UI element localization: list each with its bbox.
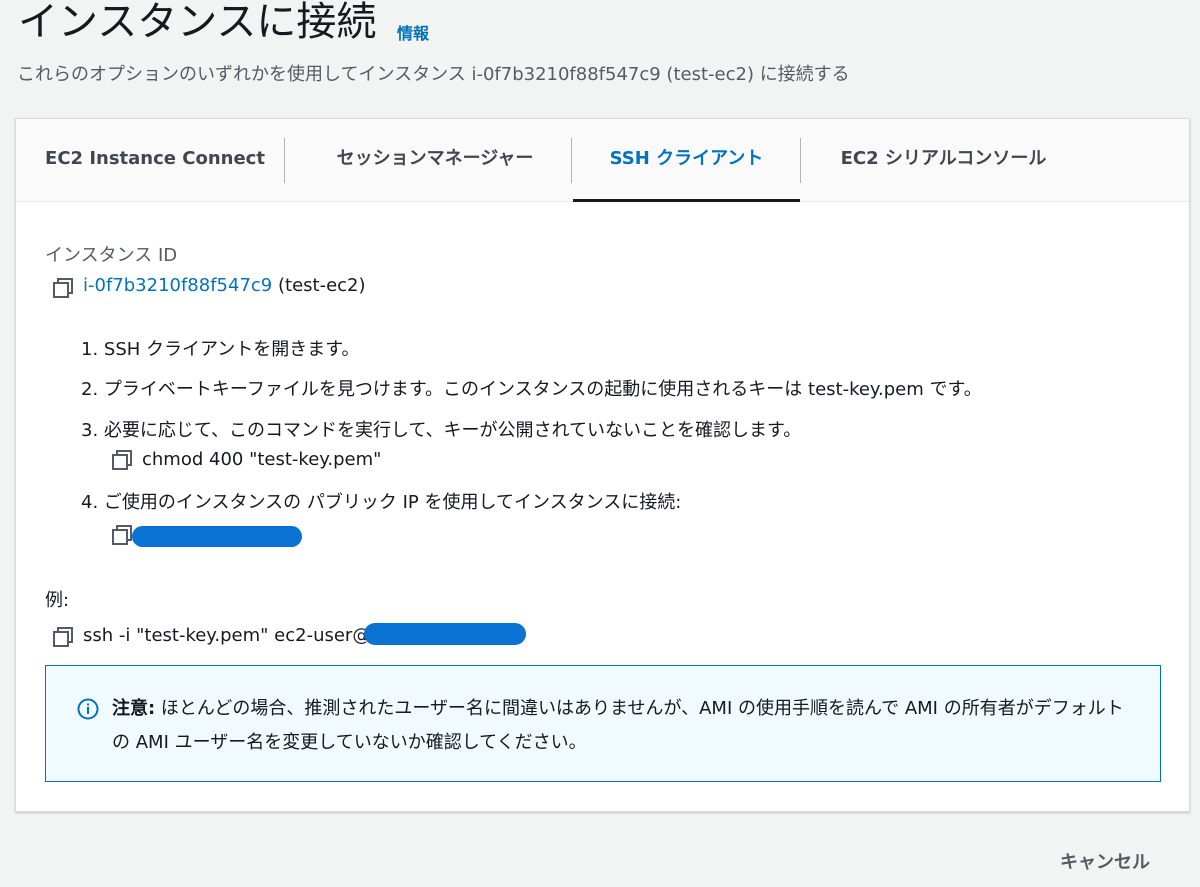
chmod-command: chmod 400 "test-key.pem"	[142, 449, 382, 470]
page-subtitle: これらのオプションのいずれかを使用してインスタンス i-0f7b3210f88f…	[17, 64, 850, 85]
tab-divider	[800, 138, 801, 183]
alert-text: 注意: ほとんどの場合、推測されたユーザー名に間違いはありませんが、AMI の使…	[112, 692, 1132, 760]
instance-id-label: インスタンス ID	[45, 245, 178, 266]
tab-divider	[571, 138, 572, 183]
instance-name: (test-ec2)	[278, 275, 366, 296]
info-alert: 注意: ほとんどの場合、推測されたユーザー名に間違いはありませんが、AMI の使…	[45, 665, 1161, 782]
tab-ssh-client[interactable]: SSH クライアント	[573, 119, 800, 202]
connect-panel: EC2 Instance Connect セッションマネージャー SSH クライ…	[15, 118, 1190, 812]
copy-icon[interactable]	[52, 626, 74, 648]
tab-ec2-instance-connect[interactable]: EC2 Instance Connect	[34, 119, 276, 202]
tab-bar: EC2 Instance Connect セッションマネージャー SSH クライ…	[16, 119, 1189, 202]
step-2: 2. プライベートキーファイルを見つけます。このインスタンスの起動に使用されるキ…	[81, 379, 982, 400]
tab-session-manager[interactable]: セッションマネージャー	[299, 119, 571, 202]
instance-id-link[interactable]: i-0f7b3210f88f547c9	[83, 275, 272, 296]
step-4: 4. ご使用のインスタンスの パブリック IP を使用してインスタンスに接続:	[81, 492, 682, 513]
tab-ec2-serial-console[interactable]: EC2 シリアルコンソール	[816, 119, 1071, 202]
example-label: 例:	[45, 590, 70, 611]
instance-id-row: i-0f7b3210f88f547c9 (test-ec2)	[83, 275, 366, 296]
tab-divider	[284, 138, 285, 183]
info-circle-icon	[77, 698, 99, 720]
ssh-host-redaction	[364, 623, 526, 645]
copy-icon[interactable]	[52, 277, 74, 299]
step-3: 3. 必要に応じて、このコマンドを実行して、キーが公開されていないことを確認しま…	[81, 420, 802, 441]
copy-icon[interactable]	[111, 524, 133, 546]
alert-message: ほとんどの場合、推測されたユーザー名に間違いはありませんが、AMI の使用手順を…	[112, 698, 1124, 753]
ssh-example-command: ssh -i "test-key.pem" ec2-user@	[83, 625, 371, 646]
copy-icon[interactable]	[111, 449, 133, 471]
page-title: インスタンスに接続	[18, 0, 377, 45]
cancel-button[interactable]: キャンセル	[1040, 845, 1170, 881]
alert-bold-label: 注意:	[112, 698, 156, 719]
info-link[interactable]: 情報	[397, 20, 429, 44]
public-ip-redaction	[132, 526, 302, 547]
step-1: 1. SSH クライアントを開きます。	[81, 339, 360, 360]
